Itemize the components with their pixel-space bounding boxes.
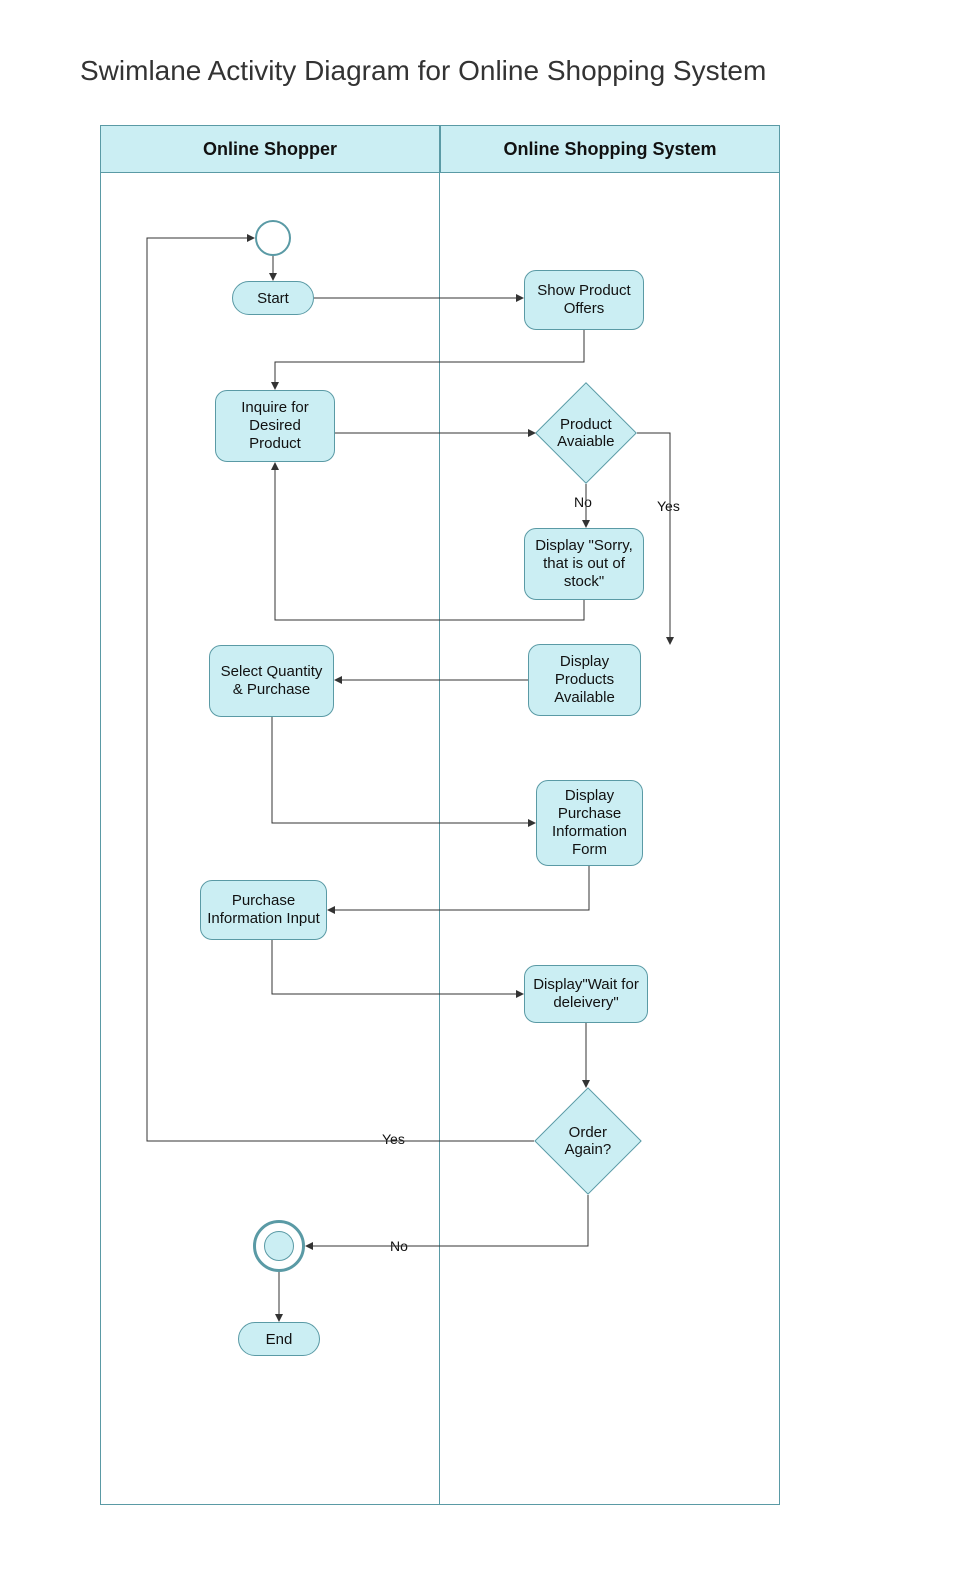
start-node-circle [255, 220, 291, 256]
activity-out-of-stock: Display "Sorry, that is out of stock" [524, 528, 644, 600]
label-yes: Yes [655, 498, 682, 514]
lane-header-system: Online Shopping System [440, 125, 780, 173]
label-yes-2: Yes [380, 1131, 407, 1147]
end-pill: End [238, 1322, 320, 1356]
start-pill: Start [232, 281, 314, 315]
activity-inquire: Inquire for Desired Product [215, 390, 335, 462]
activity-display-form: Display Purchase Information Form [536, 780, 643, 866]
label-no-2: No [388, 1238, 410, 1254]
swimlane-diagram: Online Shopper Online Shopping System St… [100, 125, 875, 1505]
diagram-title: Swimlane Activity Diagram for Online Sho… [80, 55, 766, 87]
lane-header-shopper: Online Shopper [100, 125, 440, 173]
activity-show-offers: Show Product Offers [524, 270, 644, 330]
end-node-circle [253, 1220, 305, 1272]
activity-wait-delivery: Display"Wait for deleivery" [524, 965, 648, 1023]
label-no: No [572, 494, 594, 510]
activity-select-quantity: Select Quantity & Purchase [209, 645, 334, 717]
lane-body-shopper [100, 173, 440, 1505]
activity-display-products: Display Products Available [528, 644, 641, 716]
activity-purchase-input: Purchase Information Input [200, 880, 327, 940]
